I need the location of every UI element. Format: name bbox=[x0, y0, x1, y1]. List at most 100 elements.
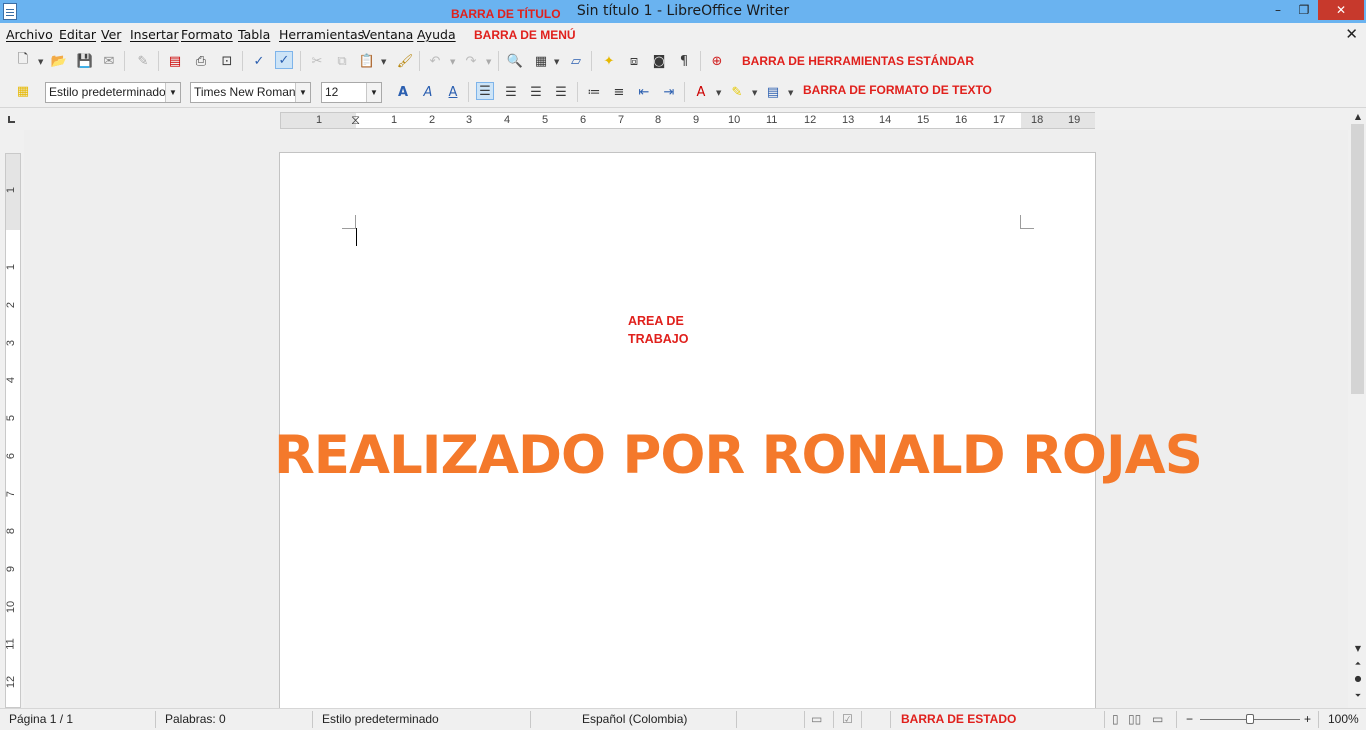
formatting-marks-icon[interactable]: ¶ bbox=[675, 52, 693, 70]
highlight-dropdown-arrow[interactable]: ▼ bbox=[752, 89, 757, 97]
annotation-work-area-line2: TRABAJO bbox=[628, 332, 689, 346]
menu-tabla[interactable]: Tabla bbox=[238, 27, 270, 42]
bold-icon[interactable]: A bbox=[394, 83, 412, 101]
menu-archivo[interactable]: Archivo bbox=[6, 27, 53, 42]
clone-formatting-icon[interactable]: 🖌 bbox=[396, 52, 414, 70]
toolbar-separator bbox=[700, 51, 701, 71]
document-modified-icon[interactable]: ☑ bbox=[842, 712, 853, 726]
page-count[interactable]: Página 1 / 1 bbox=[9, 712, 73, 726]
spellcheck-icon[interactable]: ✓ bbox=[250, 52, 268, 70]
previous-page-icon[interactable]: ⏶ bbox=[1352, 658, 1364, 670]
word-count[interactable]: Palabras: 0 bbox=[165, 712, 226, 726]
ruler-label: 3 bbox=[5, 339, 18, 347]
align-left-icon[interactable]: ☰ bbox=[476, 82, 494, 100]
email-icon[interactable]: ✉ bbox=[100, 52, 118, 70]
indent-marker-icon[interactable]: ⧖ bbox=[351, 112, 360, 128]
status-separator bbox=[155, 711, 156, 728]
navigation-icon[interactable]: ● bbox=[1352, 673, 1364, 685]
background-color-icon[interactable]: ▤ bbox=[764, 83, 782, 101]
paste-icon[interactable]: 📋 bbox=[358, 52, 376, 70]
table-dropdown-arrow[interactable]: ▼ bbox=[554, 58, 559, 66]
paragraph-style-select[interactable]: Estilo predeterminado ▼ bbox=[45, 82, 181, 103]
font-color-icon[interactable]: A bbox=[692, 83, 710, 101]
find-replace-icon[interactable]: 🔍 bbox=[506, 52, 524, 70]
next-page-icon[interactable]: ⏷ bbox=[1352, 690, 1364, 702]
print-preview-icon[interactable]: ⊡ bbox=[218, 52, 236, 70]
align-right-icon[interactable]: ☰ bbox=[527, 83, 545, 101]
ruler-label: 4 bbox=[5, 376, 18, 384]
minimize-button[interactable]: – bbox=[1264, 0, 1292, 20]
undo-icon[interactable]: ↶ bbox=[426, 52, 444, 70]
auto-spellcheck-icon[interactable]: ✓ bbox=[275, 51, 293, 69]
scroll-up-icon[interactable]: ▲ bbox=[1352, 111, 1364, 123]
bullet-list-icon[interactable]: ≡ bbox=[610, 83, 628, 101]
redo-dropdown-arrow[interactable]: ▼ bbox=[486, 58, 491, 66]
close-document-button[interactable]: ✕ bbox=[1345, 25, 1358, 43]
restore-button[interactable]: ❐ bbox=[1290, 0, 1318, 20]
table-icon[interactable]: ▦ bbox=[532, 52, 550, 70]
menu-ayuda[interactable]: Ayuda bbox=[417, 27, 456, 42]
open-folder-icon[interactable]: 📂 bbox=[50, 52, 68, 70]
menu-formato[interactable]: Formato bbox=[181, 27, 233, 42]
zoom-level[interactable]: 100% bbox=[1328, 712, 1359, 726]
zoom-slider-thumb[interactable] bbox=[1246, 714, 1254, 724]
font-size-select[interactable]: 12 ▼ bbox=[321, 82, 382, 103]
zoom-in-button[interactable]: + bbox=[1304, 712, 1311, 726]
menu-editar[interactable]: Editar bbox=[59, 27, 96, 42]
horizontal-ruler[interactable]: 1 ⧖ 1 2 3 4 5 6 7 8 9 10 11 12 13 14 15 … bbox=[280, 112, 1095, 129]
paragraph-style-value: Estilo predeterminado bbox=[49, 85, 166, 99]
multi-page-view-icon[interactable]: ▯▯ bbox=[1128, 712, 1141, 726]
italic-icon[interactable]: A bbox=[419, 83, 437, 101]
chevron-down-icon: ▼ bbox=[366, 83, 381, 102]
author-watermark: REALIZADO POR RONALD ROJAS bbox=[274, 425, 1203, 486]
image-icon[interactable]: ▱ bbox=[567, 52, 585, 70]
styles-icon[interactable]: ▦ bbox=[14, 82, 32, 100]
paste-dropdown-arrow[interactable]: ▼ bbox=[381, 58, 386, 66]
crop-mark-top-left bbox=[342, 215, 356, 229]
undo-dropdown-arrow[interactable]: ▼ bbox=[450, 58, 455, 66]
scroll-thumb[interactable] bbox=[1351, 124, 1364, 394]
underline-icon[interactable]: A bbox=[444, 83, 462, 101]
new-document-icon[interactable]: 🗋 bbox=[14, 52, 32, 70]
language[interactable]: Español (Colombia) bbox=[582, 712, 687, 726]
font-name-select[interactable]: Times New Roman ▼ bbox=[190, 82, 311, 103]
single-page-view-icon[interactable]: ▯ bbox=[1112, 712, 1119, 726]
background-dropdown-arrow[interactable]: ▼ bbox=[788, 89, 793, 97]
increase-indent-icon[interactable]: ⇥ bbox=[660, 83, 678, 101]
cut-icon[interactable]: ✂ bbox=[308, 52, 326, 70]
font-color-dropdown-arrow[interactable]: ▼ bbox=[716, 89, 721, 97]
print-icon[interactable]: ⎙ bbox=[192, 52, 210, 70]
gallery-icon[interactable]: ⧈ bbox=[625, 52, 643, 70]
vertical-ruler[interactable]: 1 1 2 3 4 5 6 7 8 9 10 11 12 bbox=[5, 153, 21, 708]
annotation-title-bar: BARRA DE TÍTULO bbox=[451, 7, 561, 21]
redo-icon[interactable]: ↷ bbox=[462, 52, 480, 70]
vertical-scrollbar[interactable]: ▲ ▼ ⏶ ● ⏷ bbox=[1349, 110, 1366, 708]
menu-herramientas[interactable]: Herramientas bbox=[279, 27, 364, 42]
page-style[interactable]: Estilo predeterminado bbox=[322, 712, 439, 726]
new-dropdown-arrow[interactable]: ▼ bbox=[38, 58, 43, 66]
numbered-list-icon[interactable]: ≔ bbox=[585, 83, 603, 101]
justify-icon[interactable]: ☰ bbox=[552, 83, 570, 101]
book-view-icon[interactable]: ▭ bbox=[1152, 712, 1163, 726]
edit-mode-icon[interactable]: ✎ bbox=[134, 52, 152, 70]
export-pdf-icon[interactable]: ▤ bbox=[166, 52, 184, 70]
scroll-down-icon[interactable]: ▼ bbox=[1352, 643, 1364, 655]
navigator-icon[interactable]: ✦ bbox=[600, 52, 618, 70]
tab-stop-selector[interactable] bbox=[8, 116, 15, 123]
zoom-out-button[interactable]: − bbox=[1186, 712, 1193, 726]
decrease-indent-icon[interactable]: ⇤ bbox=[635, 83, 653, 101]
document-workspace[interactable]: AREA DE TRABAJO bbox=[24, 130, 1348, 708]
save-icon[interactable]: 💾 bbox=[76, 52, 94, 70]
data-sources-icon[interactable]: ◙ bbox=[650, 52, 668, 70]
menu-insertar[interactable]: Insertar bbox=[130, 27, 179, 42]
highlight-icon[interactable]: ✎ bbox=[728, 83, 746, 101]
status-separator bbox=[1318, 711, 1319, 728]
close-window-button[interactable]: ✕ bbox=[1318, 0, 1364, 20]
ruler-label: 1 bbox=[391, 114, 398, 126]
menu-ventana[interactable]: Ventana bbox=[362, 27, 413, 42]
align-center-icon[interactable]: ☰ bbox=[502, 83, 520, 101]
insert-mode-icon[interactable]: ▭ bbox=[811, 712, 822, 726]
menu-ver[interactable]: Ver bbox=[101, 27, 121, 42]
copy-icon[interactable]: ⧉ bbox=[333, 52, 351, 70]
help-icon[interactable]: ⊕ bbox=[708, 52, 726, 70]
